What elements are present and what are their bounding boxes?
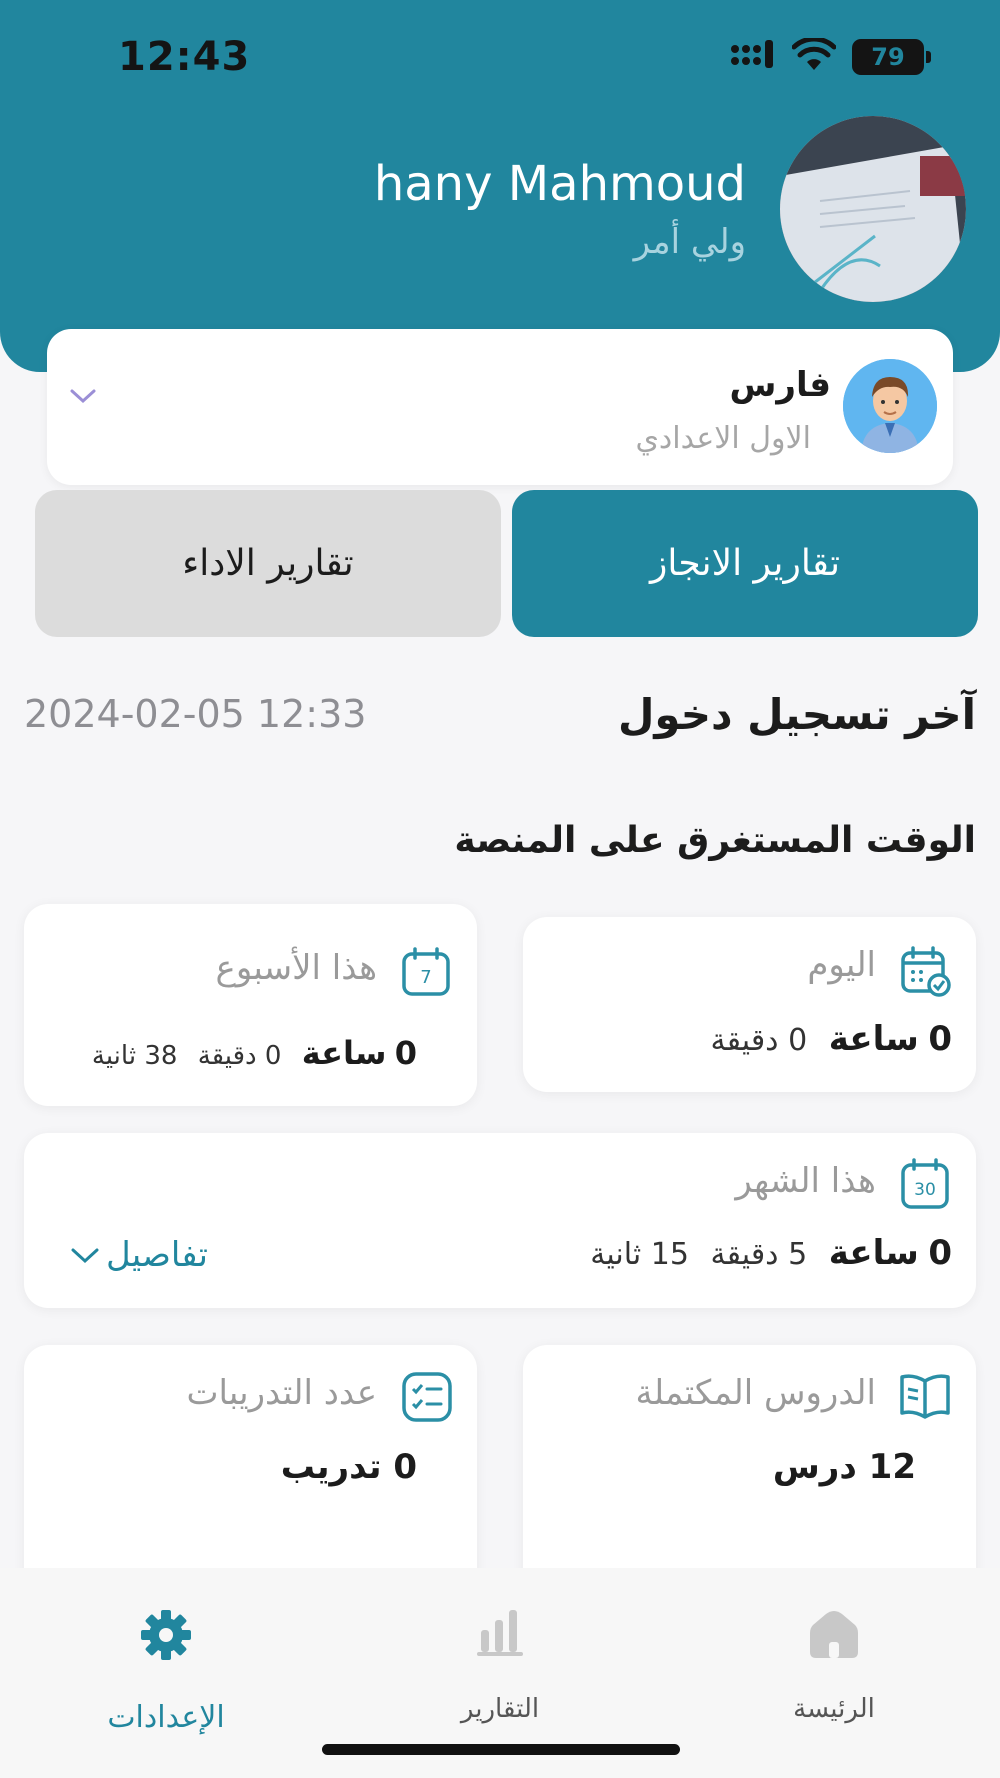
month-title: هذا الشهر xyxy=(735,1161,876,1201)
gear-icon xyxy=(139,1608,193,1666)
user-role: ولي أمر xyxy=(633,222,746,262)
home-indicator xyxy=(322,1744,680,1755)
month-card: 30 هذا الشهر 0 ساعة 5 دقيقة 15 ثانية xyxy=(24,1133,976,1308)
last-login-date: 2024-02-05 12:33 xyxy=(24,692,367,736)
today-title: اليوم xyxy=(807,945,876,985)
svg-text:7: 7 xyxy=(420,967,431,988)
time-on-platform-title: الوقت المستغرق على المنصة xyxy=(454,820,976,861)
month-details-link[interactable]: تفاصيل xyxy=(70,1235,208,1275)
trainings-card: عدد التدريبات 0 تدريب xyxy=(24,1345,477,1605)
chevron-down-icon[interactable] xyxy=(69,387,97,409)
week-title: هذا الأسبوع xyxy=(215,948,377,988)
student-selector[interactable]: فارس الاول الاعدادي xyxy=(47,329,953,485)
student-name: فارس xyxy=(729,365,831,405)
bar-chart-icon xyxy=(475,1608,525,1662)
month-value: 0 ساعة 5 دقيقة 15 ثانية xyxy=(590,1233,952,1273)
calendar-check-icon xyxy=(900,945,952,1001)
calendar-week-icon: 7 xyxy=(401,946,453,1002)
today-value: 0 ساعة 0 دقيقة xyxy=(710,1019,952,1059)
student-avatar xyxy=(843,359,937,453)
nav-settings-label: الإعدادات xyxy=(107,1700,225,1735)
nav-reports-label: التقارير xyxy=(460,1694,540,1724)
completed-lessons-title: الدروس المكتملة xyxy=(635,1373,876,1413)
details-label: تفاصيل xyxy=(106,1235,208,1275)
user-name: hany Mahmoud xyxy=(373,156,746,212)
status-time: 12:43 xyxy=(118,34,251,80)
home-icon xyxy=(807,1608,861,1664)
signal-icon xyxy=(730,38,776,76)
battery-indicator: 79 xyxy=(852,39,931,75)
nav-home-label: الرئيسة xyxy=(793,1694,875,1724)
tab-performance-reports[interactable]: تقارير الاداء xyxy=(35,490,501,637)
student-grade: الاول الاعدادي xyxy=(635,421,811,456)
trainings-value: 0 تدريب xyxy=(280,1447,417,1487)
wifi-icon xyxy=(791,36,837,76)
svg-text:30: 30 xyxy=(914,1180,936,1200)
profile-avatar[interactable] xyxy=(780,116,966,302)
calendar-month-icon: 30 xyxy=(900,1157,952,1215)
checklist-icon xyxy=(401,1371,453,1427)
week-card: 7 هذا الأسبوع 0 ساعة 0 دقيقة 38 ثانية xyxy=(24,904,477,1106)
completed-lessons-value: 12 درس xyxy=(772,1447,916,1487)
completed-lessons-card: الدروس المكتملة 12 درس xyxy=(523,1345,976,1605)
week-value: 0 ساعة 0 دقيقة 38 ثانية xyxy=(91,1034,417,1072)
tab-achievement-reports[interactable]: تقارير الانجاز xyxy=(512,490,978,637)
today-card: اليوم 0 ساعة 0 دقيقة xyxy=(523,917,976,1092)
status-icons: 79 xyxy=(730,36,931,76)
chevron-down-icon xyxy=(70,1235,100,1275)
book-icon xyxy=(898,1371,952,1425)
trainings-title: عدد التدريبات xyxy=(186,1373,377,1413)
last-login-title: آخر تسجيل دخول xyxy=(617,690,976,739)
